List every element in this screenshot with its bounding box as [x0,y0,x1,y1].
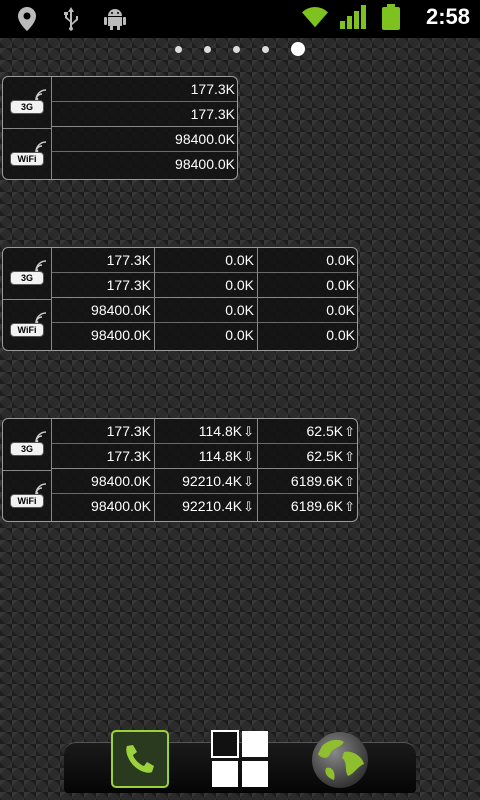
clock: 2:58 [425,4,470,29]
network-label-column: 3G WiFi [3,77,52,179]
traffic-value: 114.8K [198,423,243,439]
mobile-label-cell: 3G [3,77,51,127]
traffic-column-total: 177.3K 177.3K 98400.0K 98400.0K [52,419,154,521]
traffic-value: 0.0K [326,327,355,343]
upload-value: 62.5K⇧ [258,444,357,469]
download-value: 92210.4K⇩ [155,469,257,494]
traffic-value: 0.0K [225,327,254,343]
download-arrow-icon: ⇩ [243,499,254,514]
traffic-value: 177.3K [52,419,154,444]
download-arrow-icon: ⇩ [243,424,254,439]
mobile-badge: 3G [10,100,44,114]
upload-arrow-icon: ⇧ [344,474,355,489]
upload-arrow-icon: ⇧ [344,499,355,514]
page-indicator[interactable] [0,41,480,57]
traffic-value: 98400.0K [175,156,235,172]
download-arrow-icon: ⇩ [243,474,254,489]
upload-value: 62.5K⇧ [258,419,357,444]
traffic-column-download: 114.8K⇩ 114.8K⇩ 92210.4K⇩ 92210.4K⇩ [154,419,257,521]
download-value: 114.8K⇩ [155,419,257,444]
traffic-grid: 177.3K 177.3K 98400.0K 98400.0K 114.8K⇩ … [52,419,357,521]
traffic-column: 177.3K 177.3K 98400.0K 98400.0K [52,248,154,350]
location-icon [14,6,40,32]
mobile-badge: 3G [10,442,44,456]
mobile-label-cell: 3G [3,248,51,298]
wifi-icon [301,4,328,30]
phone-icon [126,745,154,773]
traffic-value: 62.5K [306,448,344,464]
traffic-column: 177.3K 177.3K 98400.0K 98400.0K [52,77,237,179]
page-dot[interactable] [262,45,269,53]
wifi-badge: WiFi [10,494,44,508]
traffic-value: 177.3K [52,77,237,102]
traffic-widget-1[interactable]: 3G WiFi 177.3K 177.3K 98400.0K 98400.0K [2,76,238,180]
traffic-column: 0.0K 0.0K 0.0K 0.0K [257,248,357,350]
traffic-widget-3[interactable]: 3G WiFi 177.3K 177.3K 98400.0K 98400.0K … [2,418,358,522]
android-debug-icon [102,6,128,32]
page-dot[interactable] [233,45,240,53]
download-value: 92210.4K⇩ [155,494,257,519]
traffic-value: 98400.0K [52,127,237,152]
wifi-badge: WiFi [10,323,44,337]
traffic-value: 177.3K [52,248,154,273]
wifi-label-cell: WiFi [3,299,51,350]
traffic-value: 98400.0K [91,327,151,343]
traffic-value: 98400.0K [91,498,151,514]
network-label-column: 3G WiFi [3,248,52,350]
mobile-badge: 3G [10,271,44,285]
traffic-value: 98400.0K [52,469,154,494]
wifi-badge: WiFi [10,152,44,166]
traffic-value: 92210.4K [182,473,243,489]
traffic-column-upload: 62.5K⇧ 62.5K⇧ 6189.6K⇧ 6189.6K⇧ [257,419,357,521]
traffic-grid: 177.3K 177.3K 98400.0K 98400.0K [52,77,237,179]
upload-value: 6189.6K⇧ [258,469,357,494]
apps-grid-icon [211,730,268,787]
download-arrow-icon: ⇩ [243,449,254,464]
wifi-label-cell: WiFi [3,470,51,521]
upload-value: 6189.6K⇧ [258,494,357,519]
mobile-label-cell: 3G [3,419,51,469]
upload-arrow-icon: ⇧ [344,424,355,439]
traffic-value: 177.3K [52,444,154,469]
usb-icon [58,6,84,32]
status-bar: 2:58 [0,0,480,38]
app-drawer-button[interactable] [211,730,269,788]
traffic-value: 114.8K [198,448,243,464]
download-value: 114.8K⇩ [155,444,257,469]
traffic-value: 0.0K [155,248,257,273]
traffic-column: 0.0K 0.0K 0.0K 0.0K [154,248,257,350]
battery-icon [378,4,404,30]
traffic-value: 0.0K [258,248,357,273]
network-label-column: 3G WiFi [3,419,52,521]
page-dot-active[interactable] [291,42,305,56]
traffic-value: 177.3K [52,102,237,127]
traffic-value: 92210.4K [182,498,243,514]
upload-arrow-icon: ⇧ [344,449,355,464]
signal-icon [339,4,366,30]
traffic-value: 0.0K [155,298,257,323]
browser-globe-icon [312,732,368,788]
phone-button[interactable] [111,730,169,788]
traffic-value: 0.0K [155,273,257,298]
traffic-value: 62.5K [306,423,344,439]
wifi-label-cell: WiFi [3,128,51,179]
traffic-value: 6189.6K [290,473,344,489]
traffic-grid: 177.3K 177.3K 98400.0K 98400.0K 0.0K 0.0… [52,248,357,350]
page-dot[interactable] [204,45,211,53]
traffic-value: 98400.0K [52,298,154,323]
page-dot[interactable] [175,45,182,53]
traffic-value: 0.0K [258,298,357,323]
browser-button[interactable] [310,730,368,788]
traffic-value: 0.0K [258,273,357,298]
traffic-value: 177.3K [52,273,154,298]
traffic-widget-2[interactable]: 3G WiFi 177.3K 177.3K 98400.0K 98400.0K … [2,247,358,351]
traffic-value: 6189.6K [290,498,344,514]
